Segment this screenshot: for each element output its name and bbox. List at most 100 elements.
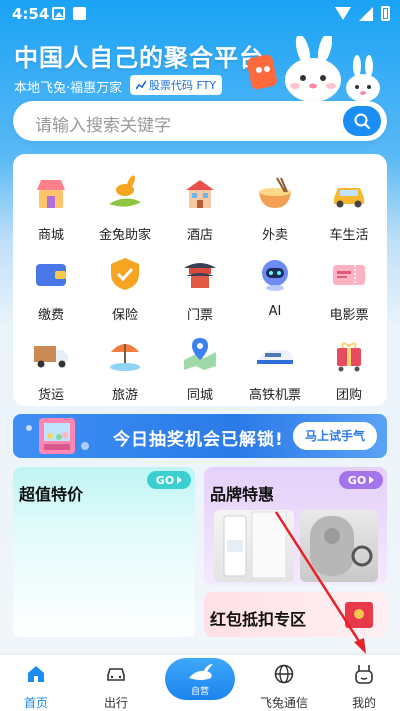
skincare-bottle-icon [223, 511, 287, 579]
gift-cart-icon [337, 342, 361, 372]
search-button[interactable] [343, 106, 381, 136]
product-image-skincare[interactable] [214, 510, 294, 582]
services-grid: 商城 金兔助家 酒店 外卖 车生活 缴费 保险 门票 AI 电影票 货运 旅游 … [13, 154, 387, 406]
tab-travel[interactable]: 出行 [86, 663, 146, 711]
tab-label: 出行 [103, 696, 128, 710]
beach-umbrella-icon [110, 344, 140, 371]
service-label: AI [268, 304, 282, 319]
globe-icon [274, 664, 294, 684]
hero-title: 中国人自己的聚合平台 [14, 44, 264, 72]
hotel-icon [186, 180, 214, 208]
service-freight[interactable]: 货运 [13, 334, 89, 403]
map-pin-icon [184, 338, 216, 370]
service-label: 车生活 [329, 228, 369, 243]
service-label: 旅游 [111, 388, 138, 403]
status-time: 4:54 [12, 5, 50, 23]
truck-icon [34, 346, 68, 368]
shield-icon [111, 258, 139, 290]
service-label: 高铁机票 [248, 388, 301, 403]
service-hotel[interactable]: 酒店 [162, 174, 238, 243]
service-label: 保险 [111, 308, 138, 323]
battery-icon [381, 6, 390, 21]
service-label: 门票 [186, 308, 213, 323]
service-label: 同城 [186, 388, 213, 403]
search-icon [354, 113, 370, 129]
status-notification-icons [52, 7, 86, 20]
shop-icon [37, 180, 65, 208]
robot-icon [262, 260, 288, 291]
service-car-life[interactable]: 车生活 [311, 174, 387, 243]
service-travel[interactable]: 旅游 [87, 334, 163, 403]
stock-code-text: 股票代码 FTY [149, 79, 217, 92]
image-notification-icon [52, 7, 65, 20]
play-arrow-icon [177, 476, 183, 484]
search-bar[interactable]: 请输入搜索关键字 [13, 101, 387, 141]
super-deals-card[interactable]: 超值特价 GO [13, 467, 195, 637]
service-label: 金兔助家 [98, 228, 151, 243]
tab-mine[interactable]: 我的 [334, 663, 394, 711]
service-tickets[interactable]: 门票 [162, 254, 238, 323]
tab-label: 我的 [351, 696, 376, 710]
claw-machine-icon [26, 418, 89, 454]
service-rabbit-help[interactable]: 金兔助家 [87, 174, 163, 243]
app-notification-icon [73, 7, 86, 20]
status-bar: 4:54 [0, 0, 400, 28]
car-icon [334, 188, 364, 208]
wallet-icon [36, 264, 66, 286]
status-system-icons [335, 6, 390, 21]
rabbit-hand-icon [109, 175, 141, 207]
car-front-icon [107, 668, 125, 681]
pagoda-icon [184, 263, 216, 288]
hero-subtitle: 本地飞兔·福惠万家 [14, 81, 123, 96]
search-input[interactable]: 请输入搜索关键字 [35, 111, 171, 136]
chart-trend-icon [136, 80, 146, 90]
accessory-icon [310, 516, 373, 576]
service-label: 商城 [37, 228, 64, 243]
red-envelope-icon [345, 602, 373, 628]
tab-label: 飞兔通信 [259, 696, 308, 710]
rabbit-logo-icon [189, 664, 213, 680]
red-packet-title: 红包抵扣专区 [210, 610, 307, 629]
service-takeout[interactable]: 外卖 [237, 174, 313, 243]
bunny-face-icon [355, 665, 373, 684]
tab-self-operated-label: 自营 [190, 687, 209, 697]
service-movie[interactable]: 电影票 [311, 254, 387, 323]
home-icon [28, 666, 44, 682]
service-shop[interactable]: 商城 [13, 174, 89, 243]
tab-label: 首页 [23, 696, 48, 710]
tab-telecom[interactable]: 飞兔通信 [254, 663, 314, 711]
service-ai[interactable]: AI [237, 254, 313, 319]
brand-deals-card[interactable]: 品牌特惠 GO [204, 467, 387, 585]
service-label: 团购 [335, 388, 362, 403]
rabbit-mascot-icon [247, 36, 380, 102]
train-icon [257, 349, 293, 364]
tab-self-operated[interactable]: 自营 [165, 658, 235, 700]
service-group-buy[interactable]: 团购 [311, 334, 387, 403]
service-label: 酒店 [186, 228, 213, 243]
wifi-icon [335, 7, 351, 20]
service-label: 缴费 [37, 308, 64, 323]
brand-deals-go-button[interactable]: GO [339, 471, 383, 489]
brand-deals-title: 品牌特惠 [210, 485, 275, 504]
service-label: 外卖 [261, 228, 288, 243]
service-payment[interactable]: 缴费 [13, 254, 89, 323]
lottery-banner[interactable]: 今日抽奖机会已解锁! 马上试手气 [13, 414, 387, 458]
super-deals-title: 超值特价 [19, 485, 84, 504]
lottery-banner-text: 今日抽奖机会已解锁! [113, 430, 284, 450]
play-arrow-icon [369, 476, 375, 484]
service-label: 货运 [37, 388, 64, 403]
stock-code-badge: 股票代码 FTY [130, 75, 223, 95]
red-packet-card[interactable]: 红包抵扣专区 [204, 592, 387, 637]
service-local[interactable]: 同城 [162, 334, 238, 403]
service-train-flight[interactable]: 高铁机票 [237, 334, 313, 403]
try-luck-button[interactable]: 马上试手气 [293, 422, 377, 450]
service-insurance[interactable]: 保险 [87, 254, 163, 323]
tab-home[interactable]: 首页 [6, 663, 66, 711]
signal-icon [359, 6, 373, 21]
product-image-accessory[interactable] [300, 510, 378, 582]
go-label: GO [347, 473, 367, 487]
service-label: 电影票 [329, 308, 369, 323]
go-label: GO [155, 473, 175, 487]
super-deals-go-button[interactable]: GO [147, 471, 191, 489]
movie-ticket-icon [333, 265, 365, 285]
